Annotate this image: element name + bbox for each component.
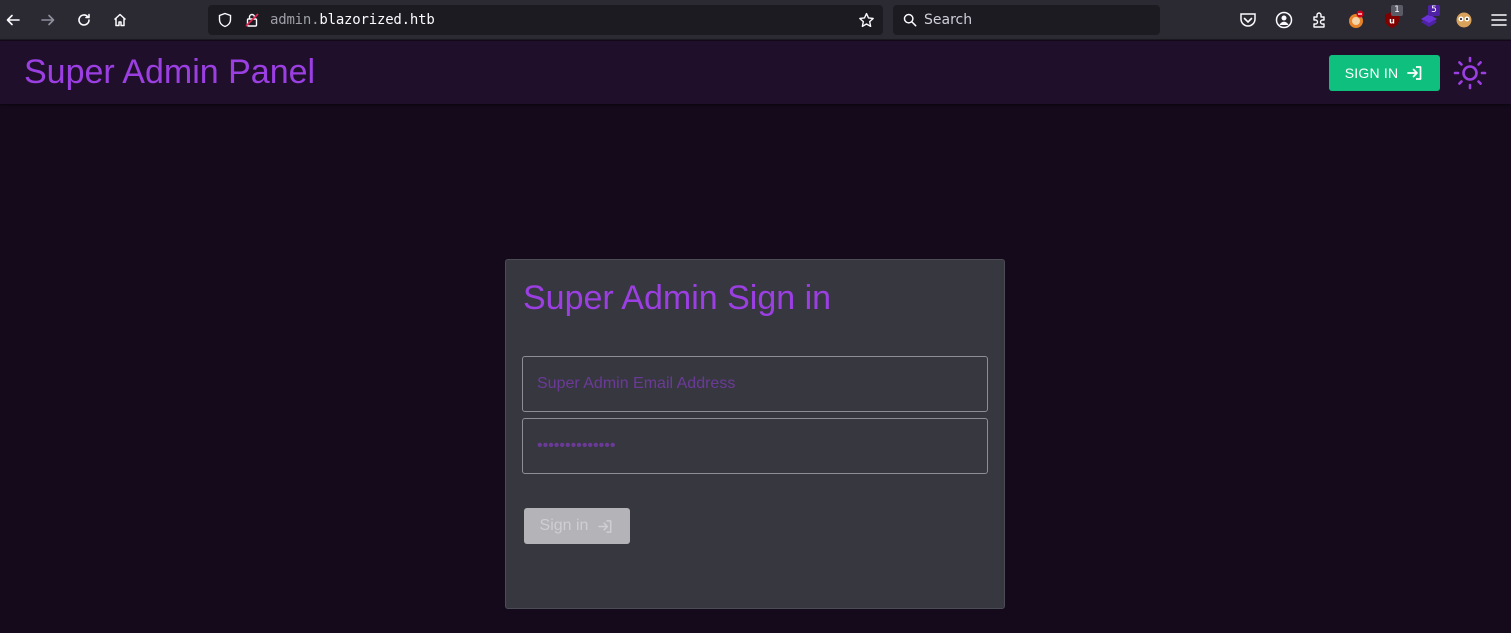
sign-in-button[interactable]: Sign in — [524, 508, 630, 544]
ublock-badge: 1 — [1391, 5, 1403, 16]
header-sign-in-label: SIGN IN — [1344, 65, 1399, 81]
header-sign-in-button[interactable]: SIGN IN — [1329, 55, 1440, 91]
search-bar[interactable]: Search — [893, 5, 1160, 35]
foxyproxy-icon[interactable] — [1346, 10, 1366, 30]
url-text[interactable]: admin.blazorized.htb — [270, 12, 435, 28]
app-header: Super Admin Panel SIGN IN — [0, 41, 1511, 104]
email-input[interactable] — [523, 357, 987, 411]
back-icon[interactable] — [1, 8, 25, 32]
wappalyzer-icon[interactable]: 5 — [1419, 5, 1440, 30]
shield-icon[interactable] — [217, 12, 233, 28]
browser-toolbar: admin.blazorized.htb Search u 1 5 — [0, 0, 1511, 40]
theme-toggle-button[interactable] — [1452, 55, 1488, 91]
password-field[interactable] — [522, 418, 988, 474]
url-domain: blazorized.htb — [319, 12, 435, 28]
login-icon — [1407, 66, 1422, 80]
pocket-icon[interactable] — [1238, 10, 1258, 30]
bookmark-star-icon[interactable] — [858, 12, 875, 29]
login-title: Super Admin Sign in — [523, 279, 832, 317]
home-icon[interactable] — [108, 8, 132, 32]
url-subdomain: admin. — [270, 12, 320, 28]
extensions-icon[interactable] — [1310, 10, 1330, 30]
login-icon — [598, 519, 612, 533]
search-placeholder: Search — [924, 12, 973, 28]
insecure-lock-icon[interactable] — [244, 12, 260, 28]
search-icon — [903, 13, 917, 27]
ublock-icon[interactable]: u 1 — [1382, 5, 1403, 30]
login-card: Super Admin Sign in Sign in — [505, 259, 1005, 609]
reload-icon[interactable] — [72, 8, 96, 32]
password-input[interactable] — [523, 419, 987, 473]
sun-icon — [1453, 56, 1487, 90]
sign-in-label: Sign in — [539, 517, 589, 534]
account-icon[interactable] — [1274, 10, 1294, 30]
forward-icon[interactable] — [36, 8, 60, 32]
app-title: Super Admin Panel — [24, 53, 316, 91]
email-field[interactable] — [522, 356, 988, 412]
cookie-editor-icon[interactable] — [1454, 10, 1474, 30]
wappalyzer-badge: 5 — [1428, 5, 1440, 16]
menu-icon[interactable] — [1490, 10, 1508, 30]
url-bar[interactable]: admin.blazorized.htb — [208, 5, 883, 35]
svg-text:u: u — [1389, 17, 1395, 26]
